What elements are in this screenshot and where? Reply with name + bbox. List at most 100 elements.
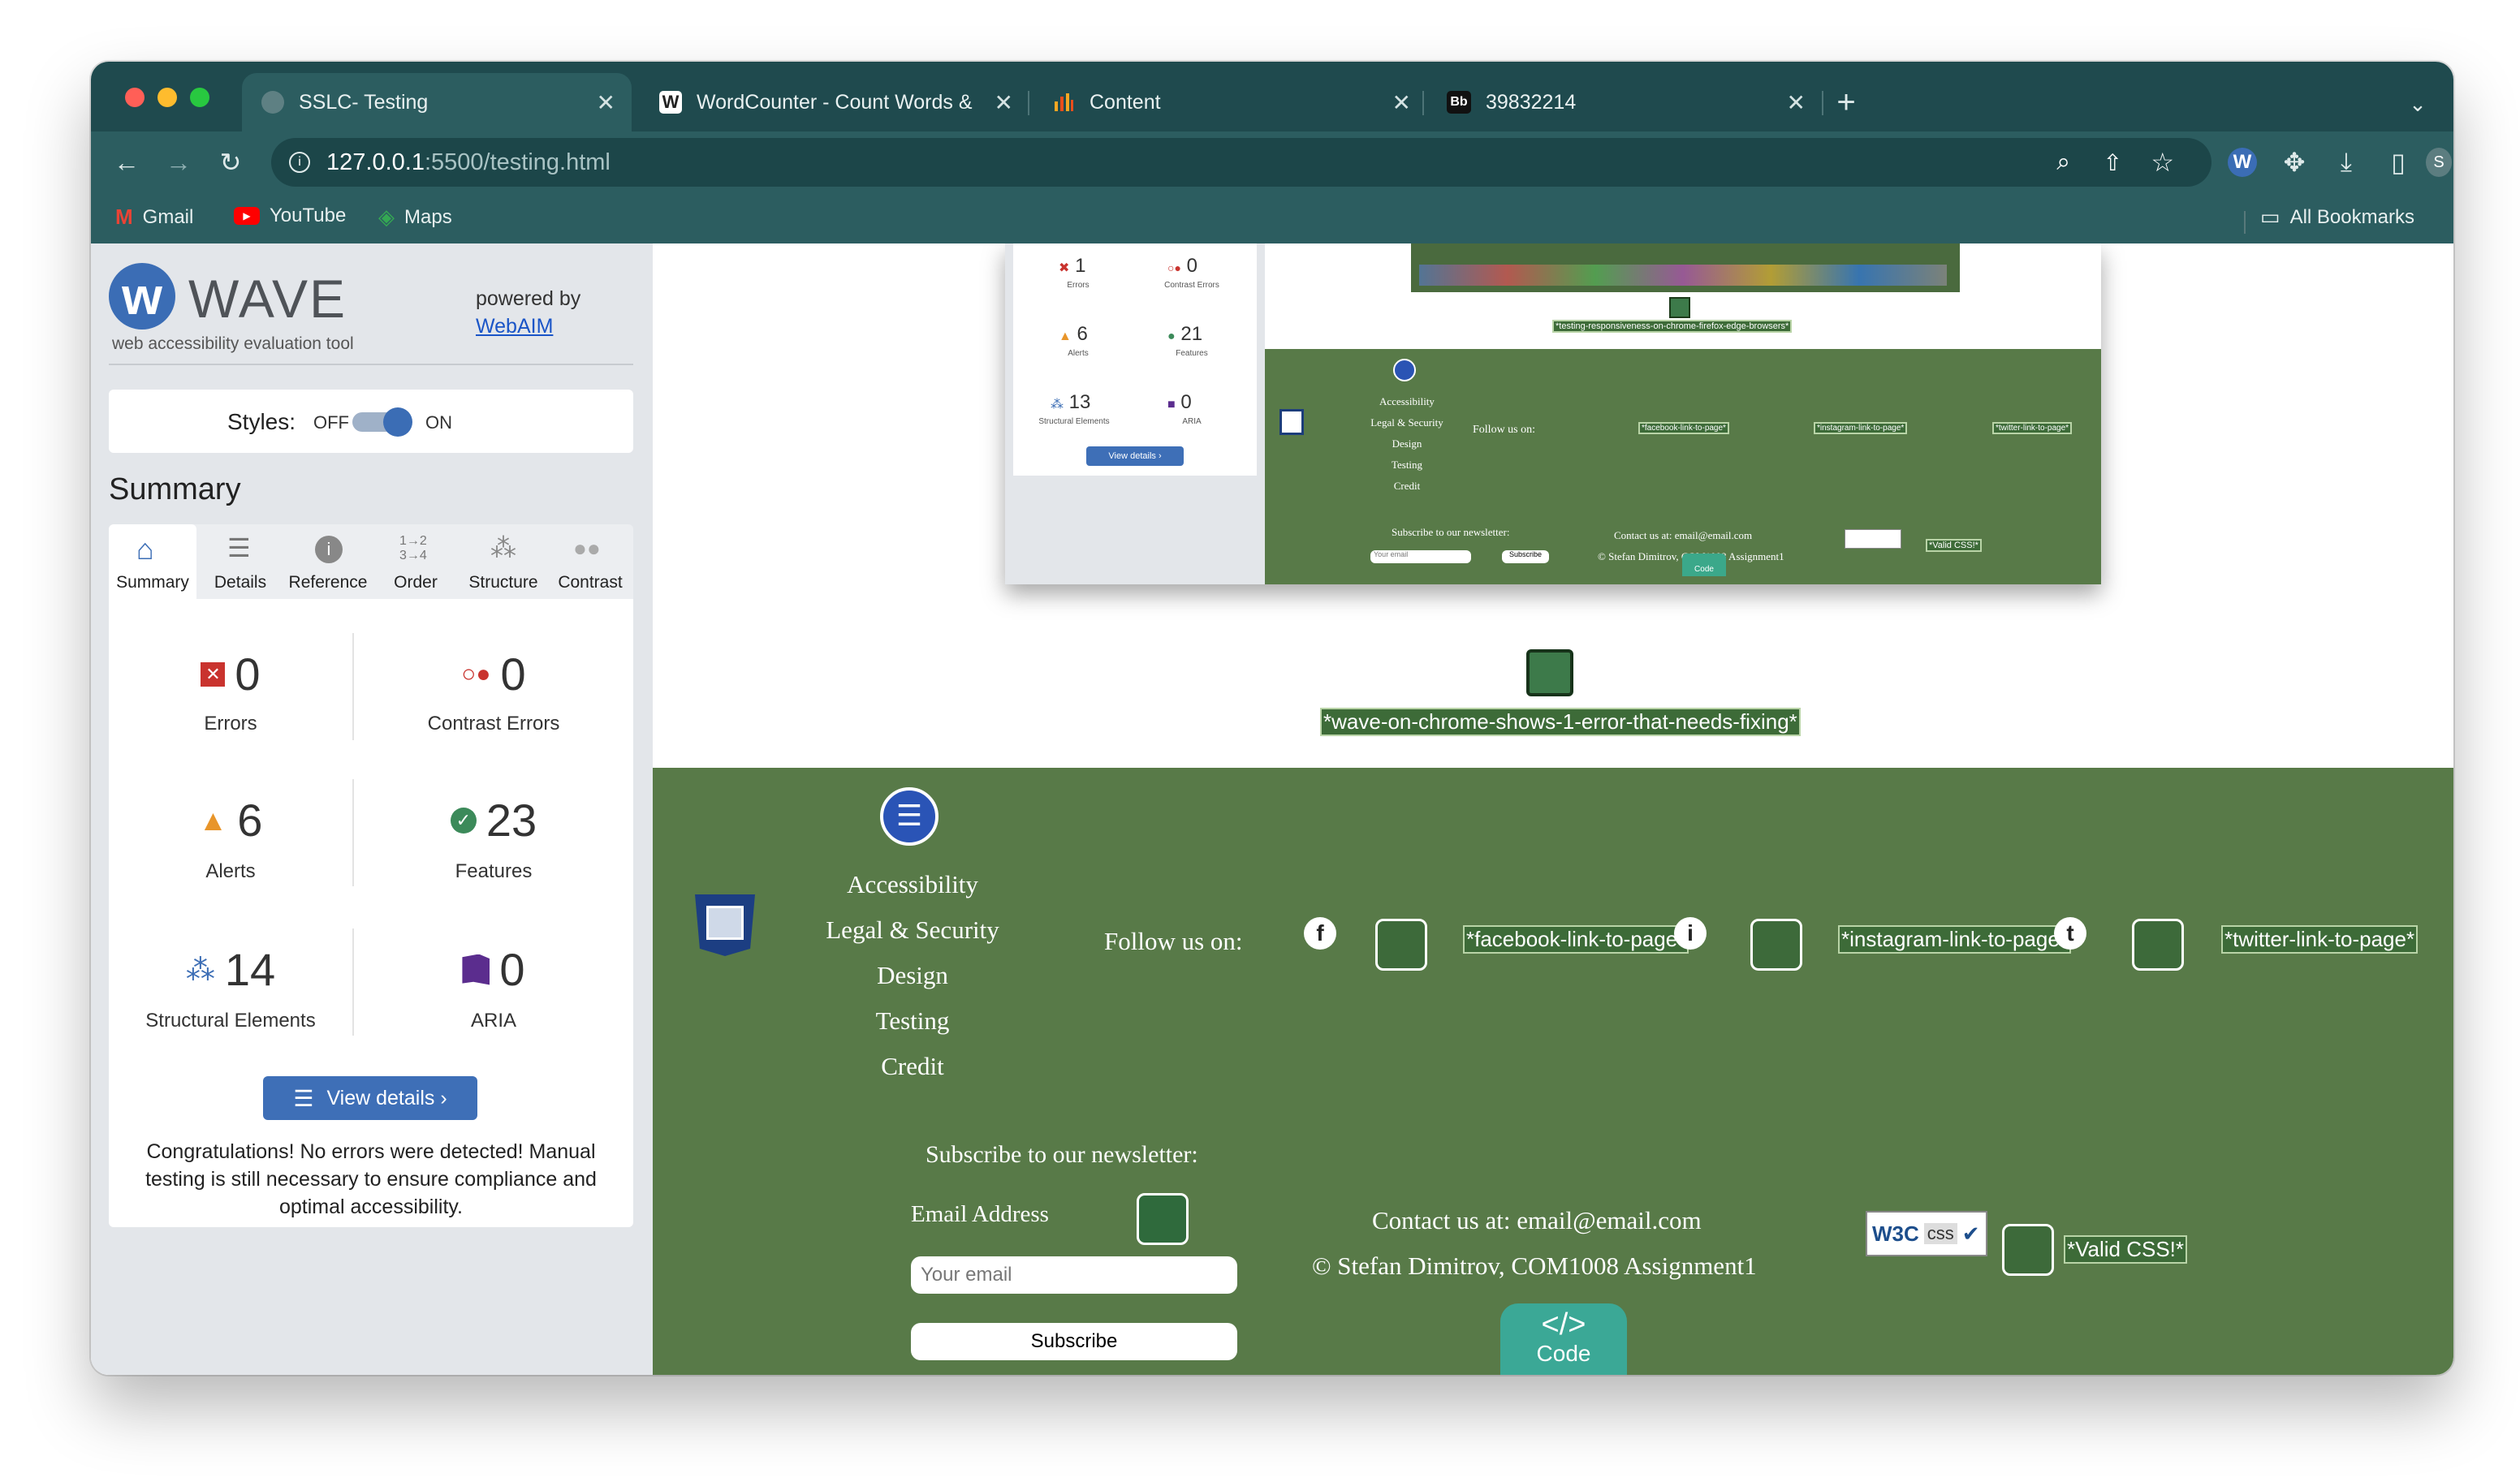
toggle-knob	[383, 407, 412, 437]
back-arrow-icon[interactable]: ←	[109, 144, 145, 180]
thumb-wave-panel: ✖ 1 Errors ○● 0 Contrast Errors ▲ 6 Aler…	[1005, 243, 1265, 584]
close-window-button[interactable]	[125, 88, 145, 107]
tab-strip: SSLC- Testing ✕ W WordCounter - Count Wo…	[91, 62, 2453, 131]
tab-separator	[1822, 91, 1823, 115]
wave-tab-bar: ⌂ Summary ☰ Details i Reference 1→2 3→4 O…	[109, 524, 633, 599]
twitter-link[interactable]: *twitter-link-to-page*	[2220, 925, 2419, 954]
code-icon: </>	[1541, 1308, 1586, 1342]
footer-link-credit[interactable]: Credit	[775, 1044, 1051, 1089]
home-icon: ⌂	[136, 532, 154, 566]
result-message: Congratulations! No errors were detected…	[145, 1140, 597, 1218]
tab-summary[interactable]: ⌂ Summary	[109, 524, 196, 599]
footer-link-testing[interactable]: Testing	[775, 998, 1051, 1044]
contrast-errors-count[interactable]: ○● 0	[354, 648, 633, 700]
zoom-icon[interactable]: ⌕	[2056, 149, 2070, 176]
structural-count[interactable]: ⁂ 14	[109, 943, 352, 996]
instagram-info-icon[interactable]: i	[1674, 917, 1707, 950]
profile-avatar[interactable]: S	[2426, 144, 2452, 180]
share-icon[interactable]: ⇧	[2104, 149, 2122, 176]
footer-link-design[interactable]: Design	[775, 953, 1051, 998]
new-tab-button[interactable]: +	[1828, 84, 1864, 120]
url-path: :5500/testing.html	[424, 149, 611, 175]
footer-nav: Accessibility Legal & Security Design Te…	[775, 862, 1051, 1089]
page-content: ✖ 1 Errors ○● 0 Contrast Errors ▲ 6 Aler…	[653, 243, 2453, 1375]
globe-icon	[261, 91, 284, 114]
close-tab-icon[interactable]: ✕	[995, 89, 1013, 116]
email-label: Email Address	[911, 1201, 1049, 1227]
follow-us-label: Follow us on:	[1104, 927, 1243, 955]
aria-count[interactable]: 0	[354, 943, 633, 996]
email-input[interactable]: Your email	[911, 1256, 1237, 1294]
webaim-link[interactable]: WebAIM	[476, 315, 553, 338]
tab-search-chevron-icon[interactable]: ⌄	[2400, 86, 2436, 122]
downloads-icon[interactable]: ⤓	[2328, 144, 2364, 180]
tab-separator	[1422, 91, 1424, 115]
side-panel-icon[interactable]: ▯	[2380, 144, 2416, 180]
bookmark-star-icon[interactable]: ☆	[2151, 147, 2174, 178]
bookmark-gmail[interactable]: M Gmail	[115, 205, 193, 230]
facebook-icon[interactable]: f	[1304, 917, 1336, 950]
tab-structure[interactable]: ⁂ Structure	[460, 524, 547, 599]
link-image-icon[interactable]	[2002, 1224, 2054, 1276]
contrast-error-icon: ○●	[461, 660, 491, 687]
features-count[interactable]: ✓ 23	[354, 794, 633, 847]
code-button[interactable]: </> Code	[1500, 1303, 1627, 1375]
bookmark-youtube[interactable]: ▶ YouTube	[234, 205, 346, 227]
order-icon: 1→2 3→4	[399, 534, 427, 562]
tab-sslc-testing[interactable]: SSLC- Testing ✕	[242, 73, 632, 131]
footer-link-accessibility[interactable]: Accessibility	[775, 862, 1051, 907]
chart-favicon-icon	[1052, 91, 1075, 114]
html5-logo-icon	[695, 894, 755, 956]
reload-icon[interactable]: ↻	[213, 144, 248, 180]
list-icon: ☰	[227, 533, 251, 562]
close-tab-icon[interactable]: ✕	[597, 89, 615, 116]
screenshot-image: ✖ 1 Errors ○● 0 Contrast Errors ▲ 6 Aler…	[1005, 243, 2101, 584]
close-tab-icon[interactable]: ✕	[1392, 89, 1411, 116]
info-icon: i	[315, 536, 343, 563]
all-bookmarks-folder[interactable]: ▭ All Bookmarks	[2260, 205, 2414, 230]
forward-arrow-icon[interactable]: →	[161, 144, 196, 180]
contact-text: Contact us at: email@email.com	[1372, 1206, 1702, 1234]
wave-extension-icon[interactable]: W	[2224, 144, 2260, 180]
maps-pin-icon: ◈	[378, 205, 395, 229]
tab-details[interactable]: ☰ Details	[196, 524, 284, 599]
image-placeholder-icon	[1526, 649, 1573, 696]
instagram-link[interactable]: *instagram-link-to-page*	[1838, 925, 2071, 954]
tab-contrast[interactable]: ●● Contrast	[547, 524, 633, 599]
bookmark-maps[interactable]: ◈ Maps	[378, 205, 452, 230]
view-details-button[interactable]: ☰ View details ›	[263, 1076, 477, 1120]
tab-39832214[interactable]: Bb 39832214 ✕	[1427, 73, 1822, 131]
subscribe-button[interactable]: Subscribe	[911, 1323, 1237, 1360]
link-image-icon[interactable]	[1375, 919, 1427, 971]
errors-count[interactable]: ✕ 0	[109, 648, 352, 700]
tab-order[interactable]: 1→2 3→4 Order	[372, 524, 460, 599]
tab-wordcounter[interactable]: W WordCounter - Count Words & ✕	[640, 73, 1029, 131]
error-icon: ✕	[201, 661, 226, 687]
url-host: 127.0.0.1	[326, 149, 425, 175]
bookmark-separator	[2244, 211, 2246, 234]
address-bar[interactable]: i 127.0.0.1:5500/testing.html ⌕ ⇧ ☆	[271, 138, 2211, 187]
image-alt-text: *wave-on-chrome-shows-1-error-that-needs…	[1320, 708, 1801, 736]
tab-content[interactable]: Content ✕	[1033, 73, 1427, 131]
valid-css-link[interactable]: *Valid CSS!*	[2063, 1235, 2188, 1264]
tab-reference[interactable]: i Reference	[284, 524, 372, 599]
menu-list-icon[interactable]: ☰	[880, 787, 939, 846]
link-image-icon[interactable]	[1750, 919, 1802, 971]
site-info-icon[interactable]: i	[289, 152, 310, 173]
minimize-window-button[interactable]	[158, 88, 177, 107]
folder-icon: ▭	[2260, 205, 2281, 229]
footer-link-legal-security[interactable]: Legal & Security	[775, 907, 1051, 953]
browser-window: SSLC- Testing ✕ W WordCounter - Count Wo…	[91, 62, 2453, 1375]
feature-check-icon: ✓	[450, 807, 477, 834]
copyright-text: © Stefan Dimitrov, COM1008 Assignment1	[1312, 1252, 1757, 1280]
facebook-link[interactable]: *facebook-link-to-page*	[1462, 925, 1689, 954]
newsletter-heading: Subscribe to our newsletter:	[926, 1141, 1198, 1168]
w3c-css-badge[interactable]: W3C css ✔	[1866, 1211, 1987, 1256]
alerts-count[interactable]: ▲ 6	[109, 794, 352, 847]
close-tab-icon[interactable]: ✕	[1787, 89, 1806, 116]
link-image-icon[interactable]	[2132, 919, 2184, 971]
twitter-icon[interactable]: t	[2054, 917, 2086, 950]
wave-logo-icon: w	[109, 263, 175, 330]
zoom-window-button[interactable]	[190, 88, 209, 107]
extensions-puzzle-icon[interactable]: ✥	[2276, 144, 2312, 180]
